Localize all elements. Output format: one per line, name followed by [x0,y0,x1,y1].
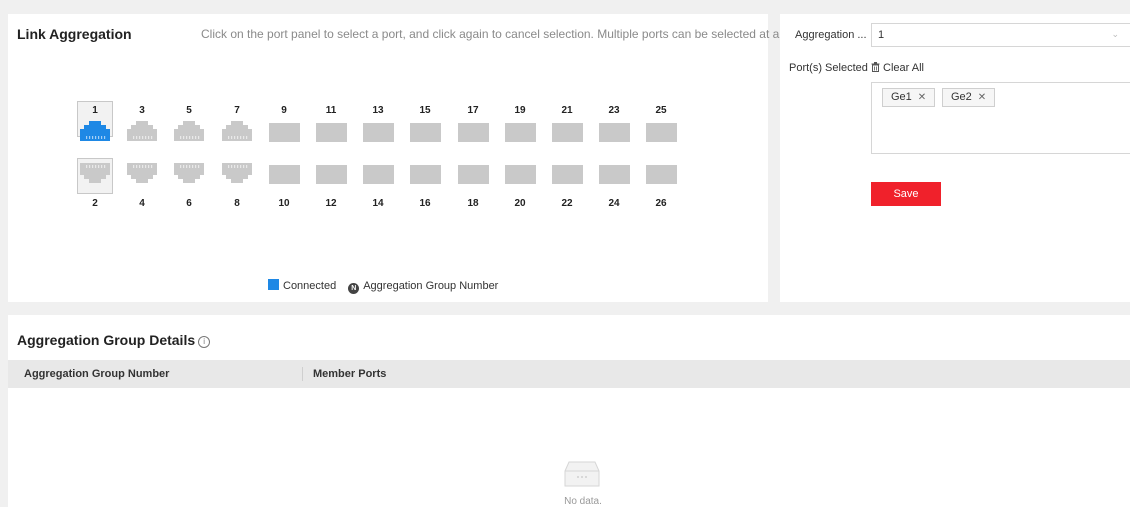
sfp-port-icon [363,165,394,184]
aggregation-value: 1 [878,29,885,41]
sfp-port-icon [269,165,300,184]
port-number: 23 [608,105,620,116]
ports-selected-label: Port(s) Selected [789,62,868,74]
port-number: 13 [372,105,384,116]
sfp-port-icon [316,123,347,142]
column-header-member-ports[interactable]: Member Ports [313,368,386,380]
group-number-icon: N [348,283,360,294]
port-number: 12 [325,198,337,209]
sfp-port-icon [505,123,536,142]
details-title-text: Aggregation Group Details [17,332,196,348]
sfp-port-icon [646,123,677,142]
connected-swatch [268,279,279,290]
port-number: 6 [186,198,192,209]
trash-icon [871,62,880,72]
chevron-down-icon: ⌄ [1111,29,1119,39]
port-number: 21 [561,105,573,116]
info-icon[interactable]: i [198,336,211,348]
port-number: 1 [92,105,98,116]
port-number: 25 [655,105,667,116]
port-number: 8 [234,198,240,209]
legend-connected-label: Connected [283,280,337,292]
legend-group-number-label: Aggregation Group Number [363,280,499,292]
sfp-port-icon [316,165,347,184]
selected-ports-box[interactable]: Ge1 ✕ Ge2 ✕ [871,82,1130,154]
port-number: 19 [514,105,526,116]
sfp-port-icon [458,165,489,184]
clear-all-label: Clear All [883,62,924,74]
page-title: Link Aggregation [17,26,132,42]
port-number: 11 [325,105,337,116]
ethernet-port-icon [222,121,252,141]
sfp-port-icon [505,165,536,184]
sfp-port-icon [410,165,441,184]
sfp-port-icon [458,123,489,142]
port-number: 14 [372,198,384,209]
legend: Connected N Aggregation Group Number [268,279,498,294]
save-button[interactable]: Save [871,182,941,206]
port-number: 3 [139,105,145,116]
selected-port-tag: Ge1 ✕ [882,88,936,107]
ethernet-port-icon [174,163,204,183]
sfp-port-icon [552,165,583,184]
port-number: 4 [139,198,145,209]
details-title: Aggregation Group Details i [17,332,211,348]
sfp-port-icon [599,165,630,184]
port-number: 7 [234,105,240,116]
close-icon[interactable]: ✕ [918,92,926,103]
port-number: 9 [281,105,287,116]
port-number: 18 [467,198,479,209]
port-number: 26 [655,198,667,209]
tag-label: Ge2 [951,91,972,103]
sfp-port-icon [552,123,583,142]
port-number: 5 [186,105,192,116]
ethernet-port-icon [127,121,157,141]
sfp-port-icon [363,123,394,142]
ethernet-port-icon [80,163,110,183]
tag-label: Ge1 [891,91,912,103]
sfp-port-icon [269,123,300,142]
clear-all-button[interactable]: Clear All [871,62,924,74]
column-header-group-number[interactable]: Aggregation Group Number [24,368,169,380]
details-panel: Aggregation Group Details i Aggregation G… [8,315,1130,507]
settings-panel: Aggregation ... 1 ⌄ Port(s) Selected Cle… [780,14,1130,302]
port-panel: Link Aggregation Click on the port panel… [8,14,809,302]
port-number: 22 [561,198,573,209]
table-header: Aggregation Group Number Member Ports [8,360,1130,388]
sfp-port-icon [599,123,630,142]
port-number: 15 [419,105,431,116]
ethernet-port-icon [222,163,252,183]
aggregation-select[interactable]: 1 ⌄ [871,23,1130,47]
port-number: 10 [278,198,290,209]
sfp-port-icon [410,123,441,142]
ethernet-port-icon [174,121,204,141]
empty-box-icon [564,461,600,487]
close-icon[interactable]: ✕ [978,92,986,103]
selected-port-tag: Ge2 ✕ [942,88,996,107]
port-number: 16 [419,198,431,209]
sfp-port-icon [646,165,677,184]
ethernet-port-icon [80,121,110,141]
port-number: 17 [467,105,479,116]
port-number: 2 [92,198,98,209]
port-number: 20 [514,198,526,209]
empty-state-text: No data. [564,496,602,507]
selection-hint: Click on the port panel to select a port… [201,27,809,41]
column-divider [302,367,303,381]
aggregation-label: Aggregation ... [795,29,867,41]
ethernet-port-icon [127,163,157,183]
port-number: 24 [608,198,620,209]
